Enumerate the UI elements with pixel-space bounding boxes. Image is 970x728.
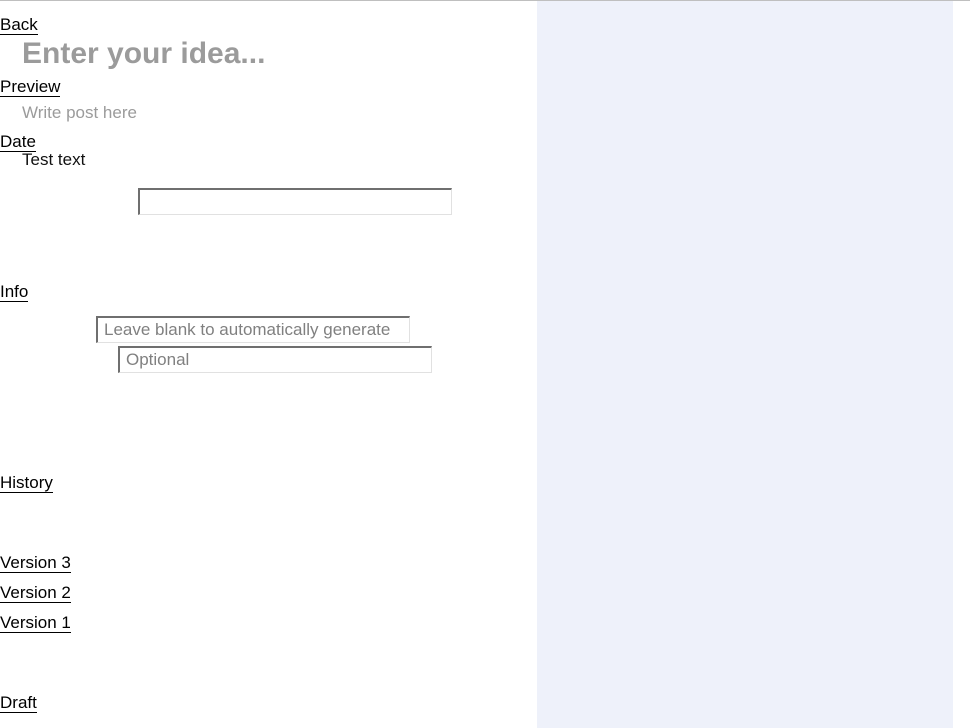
viewport: Back Preview Date Test text Info History — [0, 1, 970, 728]
info-input-1[interactable] — [96, 316, 410, 343]
back-link[interactable]: Back — [0, 1, 537, 35]
idea-title-input[interactable] — [22, 37, 522, 71]
post-body-display: Test text — [22, 150, 537, 170]
history-link[interactable]: History — [0, 473, 537, 493]
draft-link-label: Draft — [0, 693, 37, 713]
preview-link[interactable]: Preview — [0, 71, 537, 97]
history-version[interactable]: Version 3 — [0, 553, 537, 573]
history-version-label: Version 2 — [0, 583, 71, 603]
history-link-label: History — [0, 473, 53, 493]
date-link[interactable]: Date — [0, 132, 537, 152]
info-link-label: Info — [0, 282, 28, 302]
history-version-label: Version 1 — [0, 613, 71, 633]
post-body-input[interactable] — [22, 103, 522, 127]
history-version-label: Version 3 — [0, 553, 71, 573]
back-link-label: Back — [0, 15, 38, 35]
info-link[interactable]: Info — [0, 282, 537, 302]
draft-link[interactable]: Draft — [0, 693, 537, 713]
editor-column[interactable]: Back Preview Date Test text Info History — [0, 1, 537, 728]
info-input-2[interactable] — [118, 346, 432, 373]
preview-link-label: Preview — [0, 77, 60, 97]
date-link-label: Date — [0, 132, 36, 152]
date-input[interactable] — [138, 188, 452, 215]
history-version[interactable]: Version 2 — [0, 583, 537, 603]
history-version[interactable]: Version 1 — [0, 613, 537, 633]
preview-panel — [537, 1, 953, 728]
